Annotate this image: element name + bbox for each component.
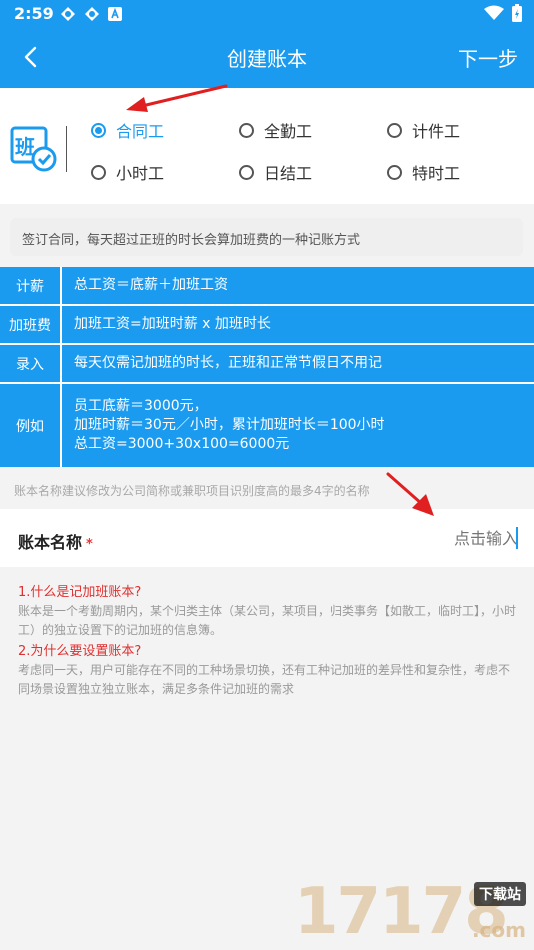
radio-button[interactable]	[239, 164, 254, 180]
radio-label: 特时工	[412, 164, 461, 183]
sync-icon-2	[85, 7, 99, 21]
radio-daily-worker[interactable]: 日结工	[239, 160, 312, 184]
radio-label: 小时工	[116, 164, 165, 183]
rule-row: 计薪 总工资＝底薪＋加班工资	[0, 267, 534, 306]
faq-answer: 账本是一个考勤周期内，某个归类主体（某公司，某项目，归类事务【如散工，临时工】，…	[18, 604, 517, 637]
rule-row: 例如 员工底薪＝3000元， 加班时薪＝30元／小时，累计加班时长＝100小时 …	[0, 384, 534, 467]
account-name-input[interactable]	[318, 525, 518, 551]
app-bar: 创建账本 下一步	[0, 28, 534, 88]
rule-value-line: 加班时薪＝30元／小时，累计加班时长＝100小时	[74, 417, 385, 433]
app-notification-icon	[108, 7, 122, 21]
status-bar: 2:59	[0, 0, 534, 28]
wage-type-description: 签订合同，每天超过正班的时长会算加班费的一种记账方式	[10, 218, 523, 256]
text-caret	[516, 527, 518, 549]
faq-question: 2.为什么要设置账本?	[18, 644, 142, 659]
radio-button[interactable]	[91, 164, 106, 180]
rule-value: 每天仅需记加班的时长，正班和正常节假日不用记	[74, 355, 382, 371]
wage-type-logo-icon: 班	[10, 126, 57, 172]
page-title: 创建账本	[227, 47, 307, 71]
name-hint: 账本名称建议修改为公司简称或兼职项目识别度高的最多4字的名称	[0, 472, 534, 508]
radio-button[interactable]	[387, 122, 402, 138]
rule-key: 加班费	[0, 306, 62, 343]
status-time: 2:59	[14, 4, 54, 23]
rule-row: 录入 每天仅需记加班的时长，正班和正常节假日不用记	[0, 345, 534, 384]
required-mark: *	[86, 537, 93, 552]
rules-table: 计薪 总工资＝底薪＋加班工资 加班费 加班工资=加班时薪 x 加班时长 录入 每…	[0, 267, 534, 467]
wifi-icon	[484, 5, 504, 20]
account-name-label: 账本名称 *	[18, 533, 93, 552]
rule-key: 录入	[0, 345, 62, 382]
radio-piecework[interactable]: 计件工	[387, 118, 460, 142]
account-name-row: 账本名称 *	[0, 509, 534, 567]
sync-icon	[61, 7, 75, 21]
battery-icon	[512, 4, 522, 22]
radio-label: 全勤工	[264, 122, 313, 141]
watermark-sub: .com	[471, 918, 526, 942]
rule-row: 加班费 加班工资=加班时薪 x 加班时长	[0, 306, 534, 345]
watermark-logo: 17178 下载站 .com	[294, 866, 530, 950]
rule-value: 总工资＝底薪＋加班工资	[74, 277, 228, 293]
rule-key: 计薪	[0, 267, 62, 304]
rule-key: 例如	[0, 384, 62, 467]
radio-hourly-worker[interactable]: 小时工	[91, 160, 164, 184]
faq-question: 1.什么是记加班账本?	[18, 585, 142, 600]
radio-button[interactable]	[239, 122, 254, 138]
rule-value-line: 总工资=3000+30x100=6000元	[74, 436, 290, 452]
radio-contract-worker[interactable]: 合同工	[91, 118, 164, 142]
radio-full-attendance[interactable]: 全勤工	[239, 118, 312, 142]
radio-special-hours[interactable]: 特时工	[387, 160, 460, 184]
watermark-badge: 下载站	[474, 882, 526, 906]
radio-button[interactable]	[387, 164, 402, 180]
radio-label: 合同工	[116, 122, 165, 141]
radio-button-checked[interactable]	[91, 122, 106, 138]
radio-label: 计件工	[412, 122, 461, 141]
wage-type-selector: 班 合同工 全勤工 计件工 小时工 日结工 特时工	[0, 88, 534, 204]
rule-value-line: 员工底薪＝3000元，	[74, 398, 208, 414]
faq-answer: 考虑同一天，用户可能存在不同的工种场景切换，还有工种记加班的差异性和复杂性，考虑…	[18, 663, 511, 696]
svg-text:班: 班	[15, 135, 35, 159]
rule-value: 加班工资=加班时薪 x 加班时长	[74, 316, 271, 332]
radio-label: 日结工	[264, 164, 313, 183]
next-step-button[interactable]: 下一步	[458, 43, 518, 72]
logo-separator	[66, 126, 67, 172]
